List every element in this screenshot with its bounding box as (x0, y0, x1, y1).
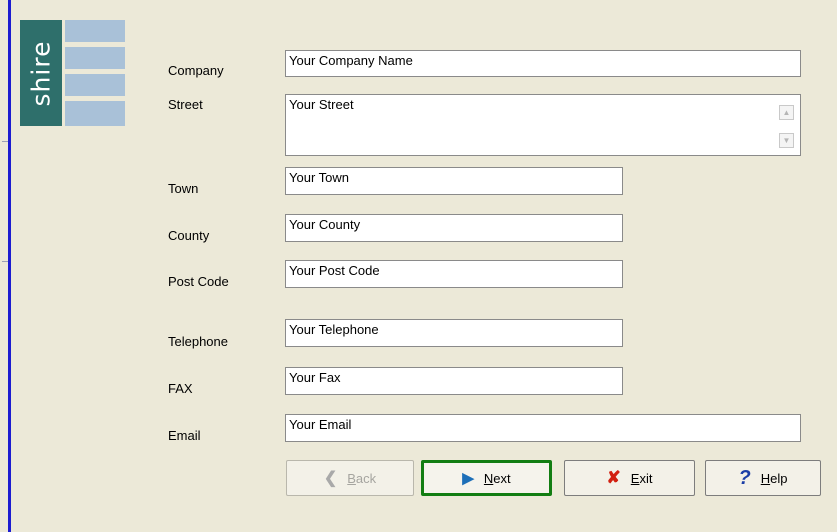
email-field[interactable]: Your Email (285, 414, 801, 442)
postcode-field[interactable]: Your Post Code (285, 260, 623, 288)
logo-stripe (65, 47, 125, 69)
next-button[interactable]: ▶ Next (421, 460, 552, 496)
street-value: Your Street (289, 97, 354, 112)
fax-label: FAX (168, 381, 193, 396)
help-button[interactable]: ? Help (705, 460, 821, 496)
email-label: Email (168, 428, 201, 443)
red-x-icon: ✘ (606, 468, 621, 487)
exit-button[interactable]: ✘ Exit (564, 460, 695, 496)
logo-stripe (65, 20, 125, 42)
county-label: County (168, 228, 210, 243)
scroll-down-icon[interactable]: ▼ (779, 133, 794, 148)
help-button-label: Help (760, 470, 788, 486)
scroll-up-icon[interactable]: ▲ (779, 105, 794, 120)
question-mark-icon: ? (738, 466, 751, 489)
logo-text: shire (26, 40, 56, 106)
town-label: Town (168, 181, 199, 196)
company-label: Company (168, 63, 224, 78)
edge-tick (2, 261, 8, 262)
county-field[interactable]: Your County (285, 214, 623, 242)
exit-button-label: Exit (630, 470, 653, 486)
back-button[interactable]: ❮ Back (286, 460, 414, 496)
street-label: Street (168, 97, 203, 112)
edge-tick (2, 141, 8, 142)
logo-stripe (65, 74, 125, 96)
back-arrow-icon: ❮ (323, 470, 338, 487)
town-field[interactable]: Your Town (285, 167, 623, 195)
company-logo: shire (20, 20, 125, 126)
telephone-label: Telephone (168, 334, 228, 349)
company-field[interactable]: Your Company Name (285, 50, 801, 77)
fax-field[interactable]: Your Fax (285, 367, 623, 395)
telephone-field[interactable]: Your Telephone (285, 319, 623, 347)
street-field[interactable]: Your Street ▲ ▼ (285, 94, 801, 156)
postcode-label: Post Code (168, 274, 229, 289)
logo-stripe (65, 101, 125, 126)
window-left-border (8, 0, 11, 532)
next-button-label: Next (483, 470, 511, 486)
logo-dark-panel: shire (20, 20, 62, 126)
next-arrow-icon: ▶ (462, 470, 474, 487)
back-button-label: Back (347, 470, 377, 486)
